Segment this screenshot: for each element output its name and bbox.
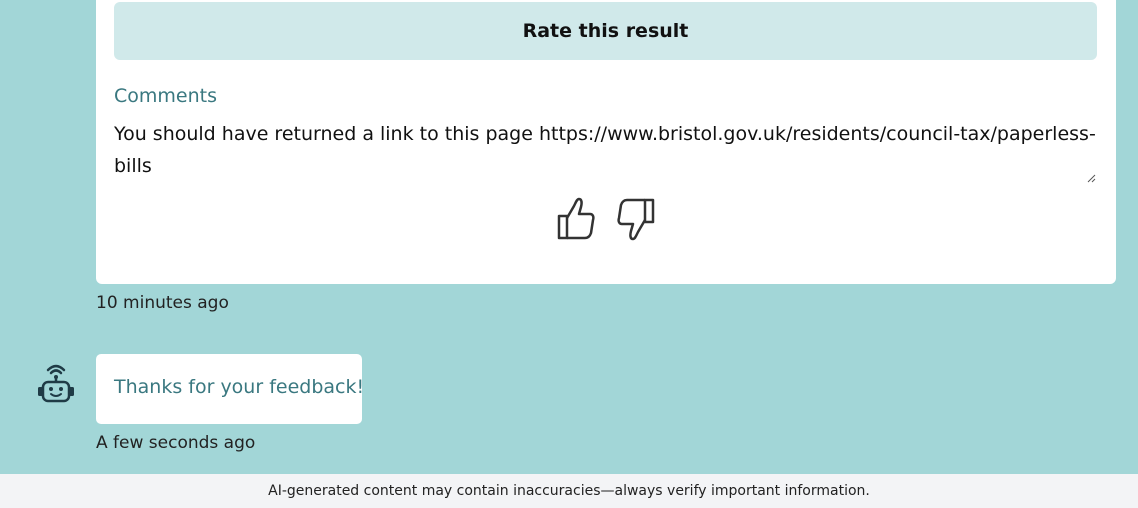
ai-disclaimer-footer: AI-generated content may contain inaccur… bbox=[0, 474, 1138, 508]
bot-message-bubble: Thanks for your feedback! bbox=[96, 354, 365, 424]
feedback-card: Rate this result Comments You should hav… bbox=[96, 0, 1116, 284]
user-message-timestamp: 10 minutes ago bbox=[96, 293, 229, 313]
bot-message-timestamp: A few seconds ago bbox=[96, 433, 256, 453]
thumbs-up-icon[interactable] bbox=[556, 196, 596, 242]
comments-textarea[interactable]: You should have returned a link to this … bbox=[114, 118, 1098, 188]
comments-label: Comments bbox=[114, 85, 217, 107]
rate-result-button[interactable]: Rate this result bbox=[114, 2, 1097, 60]
ai-disclaimer-text: AI-generated content may contain inaccur… bbox=[268, 483, 870, 499]
robot-icon bbox=[38, 364, 74, 403]
resize-handle-icon[interactable] bbox=[1086, 173, 1096, 183]
thumbs-down-icon[interactable] bbox=[616, 196, 656, 242]
bot-message-text: Thanks for your feedback! bbox=[114, 376, 365, 398]
